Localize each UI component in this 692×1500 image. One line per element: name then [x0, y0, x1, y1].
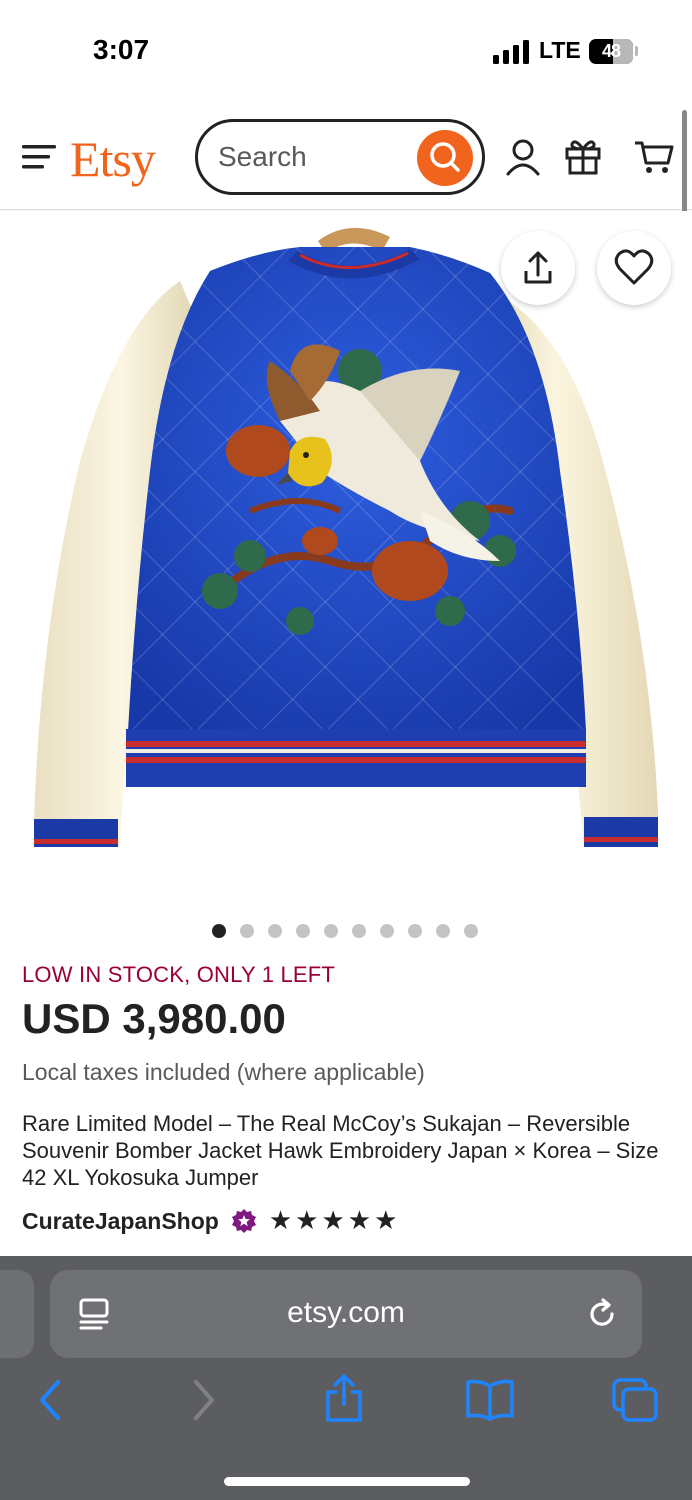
carousel-dot[interactable] — [240, 924, 254, 938]
search-button[interactable] — [417, 130, 473, 186]
search-input[interactable] — [218, 136, 398, 178]
jacket-photo — [34, 227, 658, 847]
carousel-dot[interactable] — [464, 924, 478, 938]
etsy-logo[interactable]: Etsy — [70, 130, 156, 188]
carousel-dot[interactable] — [380, 924, 394, 938]
share-button[interactable] — [501, 231, 575, 305]
status-time: 3:07 — [93, 34, 150, 65]
battery-level: 48 — [601, 41, 621, 61]
favorite-button[interactable] — [597, 231, 671, 305]
carousel-dot[interactable] — [296, 924, 310, 938]
bookmarks-icon[interactable] — [464, 1378, 516, 1422]
previous-tab-preview[interactable] — [0, 1270, 34, 1358]
share-icon — [524, 251, 552, 284]
carousel-dot[interactable] — [436, 924, 450, 938]
carousel-dot[interactable] — [352, 924, 366, 938]
star-seller-badge-icon — [231, 1209, 256, 1233]
favorite-heart-icon — [614, 249, 654, 285]
rating-stars[interactable]: ★★★★★ — [269, 1206, 401, 1236]
cart-icon[interactable] — [633, 136, 675, 176]
network-type: LTE — [539, 37, 581, 63]
site-header: Etsy — [0, 100, 692, 210]
forward-icon[interactable] — [186, 1378, 220, 1422]
shop-row[interactable]: CurateJapanShop ★★★★★ — [22, 1205, 400, 1237]
browser-toolbar: etsy.com — [0, 1256, 692, 1500]
menu-icon[interactable] — [22, 144, 56, 170]
battery-icon: 48 — [589, 39, 633, 64]
taxes-note: Local taxes included (where applicable) — [22, 1059, 425, 1085]
cellular-signal-icon — [493, 40, 529, 64]
share-icon[interactable] — [322, 1372, 366, 1424]
gift-icon[interactable] — [563, 136, 603, 176]
home-indicator[interactable] — [224, 1477, 470, 1486]
back-icon[interactable] — [34, 1378, 68, 1422]
account-icon[interactable] — [503, 136, 543, 176]
price: USD 3,980.00 — [22, 995, 286, 1042]
product-image[interactable] — [0, 211, 692, 901]
battery-tip — [635, 46, 638, 56]
shop-name[interactable]: CurateJapanShop — [22, 1208, 219, 1235]
carousel-dot[interactable] — [212, 924, 226, 938]
tabs-icon[interactable] — [610, 1376, 660, 1424]
carousel-dot[interactable] — [408, 924, 422, 938]
address-bar[interactable]: etsy.com — [50, 1270, 642, 1358]
status-bar: 3:07 LTE 48 — [0, 0, 692, 100]
search-icon — [430, 142, 460, 172]
reload-icon[interactable] — [584, 1296, 620, 1332]
url-text[interactable]: etsy.com — [50, 1296, 642, 1330]
carousel-dot[interactable] — [324, 924, 338, 938]
carousel-dot[interactable] — [268, 924, 282, 938]
search-bar[interactable] — [195, 119, 485, 195]
listing-title: Rare Limited Model – The Real McCoy’s Su… — [22, 1111, 659, 1190]
stock-notice: LOW IN STOCK, ONLY 1 LEFT — [22, 962, 336, 987]
image-carousel-dots[interactable] — [212, 924, 478, 938]
